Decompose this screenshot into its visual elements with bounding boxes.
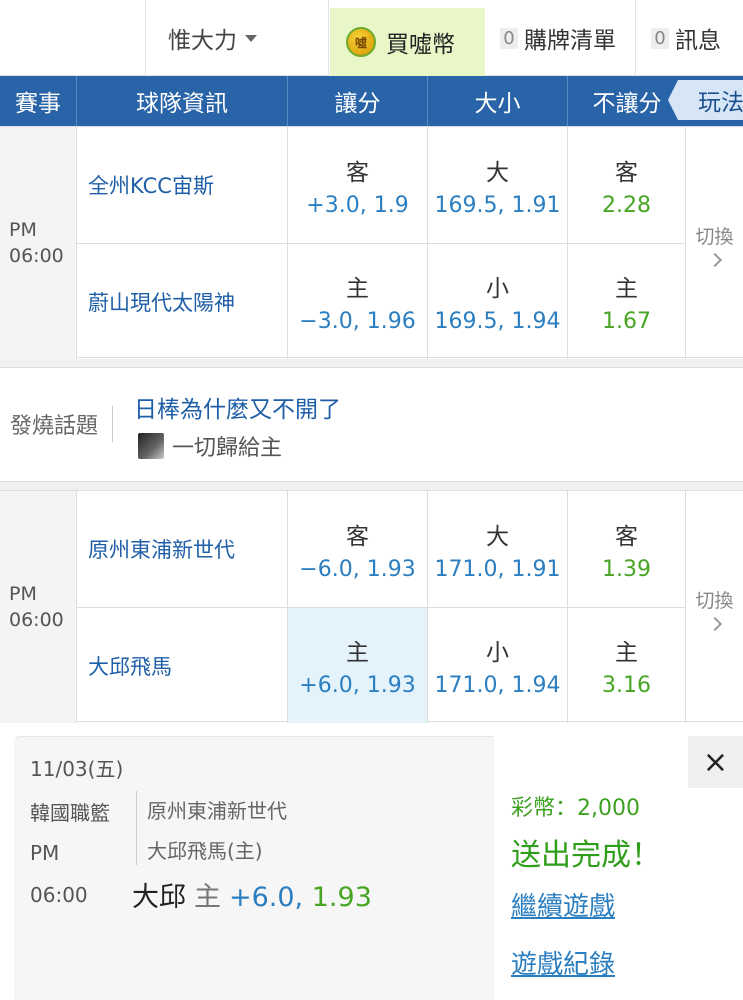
username: 惟大力 bbox=[168, 28, 237, 54]
hot-topic-author[interactable]: 一切歸給主 bbox=[138, 430, 282, 462]
odds-value: −6.0, 1.93 bbox=[299, 556, 416, 582]
pick-team: 大邱 bbox=[132, 882, 186, 913]
odds-value: 171.0, 1.91 bbox=[434, 556, 561, 582]
header-over-under: 大小 bbox=[428, 76, 568, 126]
cart-label: 購牌清單 bbox=[524, 28, 616, 54]
match-time: PM 06:00 bbox=[0, 491, 77, 723]
moneyline-home-odds[interactable]: 主 3.16 bbox=[568, 607, 686, 723]
switch-label: 切換 bbox=[695, 589, 734, 612]
message-count-badge: 0 bbox=[651, 27, 669, 49]
switch-play-button[interactable]: 切換 bbox=[686, 127, 743, 359]
user-menu[interactable]: 惟大力 bbox=[146, 0, 329, 76]
home-team-link[interactable]: 蔚山現代太陽神 bbox=[77, 243, 288, 359]
continue-game-link[interactable]: 繼續遊戲 bbox=[511, 886, 615, 923]
buy-coin-label: 買噓幣 bbox=[386, 32, 455, 58]
logo-area bbox=[0, 0, 146, 76]
slip-home-team: 大邱飛馬(主) bbox=[147, 839, 263, 863]
odds-value: 171.0, 1.94 bbox=[434, 673, 561, 698]
odds-side-label: 客 bbox=[346, 523, 369, 550]
odds-value: 169.5, 1.94 bbox=[434, 309, 561, 334]
odds-value: 3.16 bbox=[602, 673, 651, 698]
header-handicap: 讓分 bbox=[288, 76, 428, 126]
over-odds[interactable]: 大 171.0, 1.91 bbox=[428, 491, 568, 607]
hot-topic-banner: 發燒話題 日棒為什麼又不開了 一切歸給主 bbox=[0, 367, 743, 482]
over-odds[interactable]: 大 169.5, 1.91 bbox=[428, 127, 568, 243]
cart-count-badge: 0 bbox=[500, 27, 518, 49]
home-team-link[interactable]: 大邱飛馬 bbox=[77, 607, 288, 723]
divider bbox=[0, 482, 743, 490]
moneyline-home-odds[interactable]: 主 1.67 bbox=[568, 243, 686, 359]
odds-side-label: 主 bbox=[615, 276, 638, 302]
messages-button[interactable]: 0 訊息 bbox=[637, 0, 743, 76]
odds-value: 2.28 bbox=[602, 192, 651, 218]
coin-icon: 噓 bbox=[346, 27, 376, 57]
slip-date: 11/03(五) bbox=[30, 757, 124, 781]
match-period: PM bbox=[9, 583, 37, 605]
odds-side-label: 小 bbox=[486, 276, 509, 302]
odds-side-label: 客 bbox=[615, 523, 638, 550]
odds-value: +6.0, 1.93 bbox=[299, 673, 416, 698]
odds-value: 169.5, 1.91 bbox=[434, 192, 561, 218]
odds-value: −3.0, 1.96 bbox=[299, 309, 416, 334]
moneyline-away-odds[interactable]: 客 1.39 bbox=[568, 491, 686, 607]
odds-side-label: 主 bbox=[346, 640, 369, 666]
odds-value: +3.0, 1.9 bbox=[306, 192, 409, 218]
handicap-home-odds[interactable]: 主 −3.0, 1.96 bbox=[288, 243, 428, 359]
close-icon[interactable]: × bbox=[688, 736, 743, 788]
caret-down-icon bbox=[245, 34, 257, 42]
match-clock: 06:00 bbox=[9, 609, 64, 631]
tab-play-type[interactable]: 玩法 bbox=[668, 80, 743, 120]
cart-button[interactable]: 0 購牌清單 bbox=[486, 0, 636, 76]
game-history-link[interactable]: 遊戲紀錄 bbox=[511, 944, 615, 981]
header-event: 賽事 bbox=[0, 76, 77, 126]
moneyline-away-odds[interactable]: 客 2.28 bbox=[568, 127, 686, 243]
match-time: PM 06:00 bbox=[0, 127, 77, 359]
odds-side-label: 大 bbox=[486, 523, 509, 550]
handicap-away-odds[interactable]: 客 +3.0, 1.9 bbox=[288, 127, 428, 243]
submit-success-text: 送出完成！ bbox=[511, 838, 661, 873]
chevron-right-icon bbox=[707, 252, 722, 267]
pick-line: +6.0, bbox=[229, 882, 304, 913]
switch-play-button[interactable]: 切換 bbox=[686, 491, 743, 723]
avatar bbox=[138, 433, 164, 459]
away-team-link[interactable]: 原州東浦新世代 bbox=[77, 491, 288, 607]
author-name: 一切歸給主 bbox=[172, 436, 283, 461]
header-team-info: 球隊資訊 bbox=[77, 76, 288, 126]
slip-teams: 原州東浦新世代 大邱飛馬(主) bbox=[136, 791, 287, 865]
odds-side-label: 大 bbox=[486, 159, 509, 186]
odds-value: 1.67 bbox=[602, 309, 651, 334]
odds-side-label: 小 bbox=[486, 640, 509, 666]
slip-period: PM bbox=[30, 841, 60, 865]
slip-pick: 大邱主 +6.0, 1.93 bbox=[132, 875, 372, 914]
match-row: PM 06:00 原州東浦新世代 大邱飛馬 客 −6.0, 1.93 主 +6.… bbox=[0, 490, 743, 723]
match-row: PM 06:00 全州KCC宙斯 蔚山現代太陽神 客 +3.0, 1.9 主 −… bbox=[0, 126, 743, 359]
slip-time: 06:00 bbox=[30, 883, 88, 907]
hot-topic-title-link[interactable]: 日棒為什麼又不開了 bbox=[134, 390, 341, 424]
messages-label: 訊息 bbox=[675, 28, 721, 54]
odds-side-label: 客 bbox=[615, 159, 638, 186]
divider bbox=[0, 359, 743, 367]
handicap-home-odds-selected[interactable]: 主 +6.0, 1.93 bbox=[288, 607, 428, 723]
chevron-right-icon bbox=[707, 616, 722, 631]
match-clock: 06:00 bbox=[9, 245, 64, 267]
coin-balance: 彩幣：2,000 bbox=[511, 796, 640, 821]
odds-side-label: 主 bbox=[615, 640, 638, 666]
slip-away-team: 原州東浦新世代 bbox=[147, 799, 287, 823]
switch-label: 切換 bbox=[695, 225, 734, 248]
match-period: PM bbox=[9, 219, 37, 241]
slip-league: 韓國職籃 bbox=[30, 801, 110, 825]
under-odds[interactable]: 小 169.5, 1.94 bbox=[428, 243, 568, 359]
pick-odds: 1.93 bbox=[311, 882, 372, 913]
odds-side-label: 主 bbox=[346, 276, 369, 302]
hot-topic-label: 發燒話題 bbox=[10, 406, 114, 442]
handicap-away-odds[interactable]: 客 −6.0, 1.93 bbox=[288, 491, 428, 607]
odds-value: 1.39 bbox=[602, 556, 651, 582]
under-odds[interactable]: 小 171.0, 1.94 bbox=[428, 607, 568, 723]
top-bar: 惟大力 噓 買噓幣 0 購牌清單 0 訊息 bbox=[0, 0, 743, 76]
odds-side-label: 客 bbox=[346, 159, 369, 186]
odds-table-header: 賽事 球隊資訊 讓分 大小 不讓分 玩法 bbox=[0, 76, 743, 126]
buy-coin-button[interactable]: 噓 買噓幣 bbox=[330, 8, 485, 76]
pick-side: 主 bbox=[194, 882, 221, 913]
away-team-link[interactable]: 全州KCC宙斯 bbox=[77, 127, 288, 243]
